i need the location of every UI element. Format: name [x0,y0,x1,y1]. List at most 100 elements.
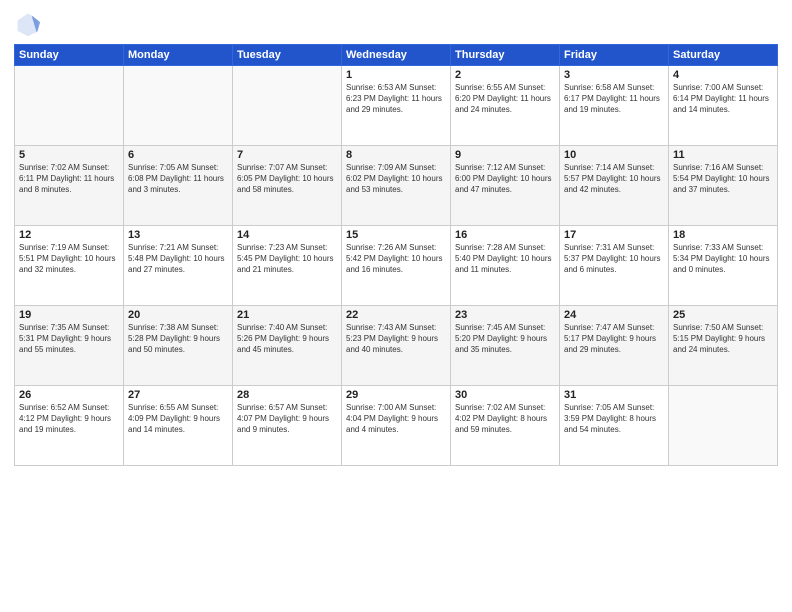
day-info: Sunrise: 7:26 AM Sunset: 5:42 PM Dayligh… [346,243,446,275]
calendar-cell: 18 Sunrise: 7:33 AM Sunset: 5:34 PM Dayli… [669,226,778,306]
day-info: Sunrise: 7:50 AM Sunset: 5:15 PM Dayligh… [673,323,773,355]
day-number: 29 [346,389,446,401]
week-row-0: 1 Sunrise: 6:53 AM Sunset: 6:23 PM Daylig… [15,66,778,146]
day-info: Sunrise: 7:16 AM Sunset: 5:54 PM Dayligh… [673,163,773,195]
day-header-monday: Monday [124,45,233,66]
calendar-cell: 3Sunrise: 6:58 AM Sunset: 6:17 PM Daylig… [560,66,669,146]
day-number: 19 [19,309,119,321]
calendar-cell: 12 Sunrise: 7:19 AM Sunset: 5:51 PM Dayli… [15,226,124,306]
calendar-cell: 19Sunrise: 7:35 AM Sunset: 5:31 PM Dayli… [15,306,124,386]
calendar-cell: 21 Sunrise: 7:40 AM Sunset: 5:26 PM Dayli… [233,306,342,386]
day-info: Sunrise: 6:57 AM Sunset: 4:07 PM Dayligh… [237,403,337,435]
logo [14,10,46,38]
calendar-cell: 20 Sunrise: 7:38 AM Sunset: 5:28 PM Dayli… [124,306,233,386]
header [14,10,778,38]
day-info: Sunrise: 7:09 AM Sunset: 6:02 PM Dayligh… [346,163,446,195]
day-number: 12 [19,229,119,241]
day-info: Sunrise: 6:55 AM Sunset: 4:09 PM Dayligh… [128,403,228,435]
calendar-cell: 2 Sunrise: 6:55 AM Sunset: 6:20 PM Daylig… [451,66,560,146]
day-number: 10 [564,149,664,161]
calendar-cell: 7Sunrise: 7:07 AM Sunset: 6:05 PM Daylig… [233,146,342,226]
day-number: 8 [346,149,446,161]
day-info: Sunrise: 7:02 AM Sunset: 4:02 PM Dayligh… [455,403,555,435]
day-number: 14 [237,229,337,241]
calendar-cell: 9 Sunrise: 7:12 AM Sunset: 6:00 PM Daylig… [451,146,560,226]
day-info: Sunrise: 7:43 AM Sunset: 5:23 PM Dayligh… [346,323,446,355]
day-number: 18 [673,229,773,241]
calendar-cell: 28 Sunrise: 6:57 AM Sunset: 4:07 PM Dayli… [233,386,342,466]
day-info: Sunrise: 7:28 AM Sunset: 5:40 PM Dayligh… [455,243,555,275]
calendar-cell [15,66,124,146]
days-header-row: SundayMondayTuesdayWednesdayThursdayFrid… [15,45,778,66]
calendar-cell: 23 Sunrise: 7:45 AM Sunset: 5:20 PM Dayli… [451,306,560,386]
day-info: Sunrise: 7:33 AM Sunset: 5:34 PM Dayligh… [673,243,773,275]
day-number: 26 [19,389,119,401]
day-number: 21 [237,309,337,321]
day-number: 9 [455,149,555,161]
day-info: Sunrise: 6:53 AM Sunset: 6:23 PM Dayligh… [346,83,446,115]
day-number: 2 [455,69,555,81]
day-number: 20 [128,309,228,321]
calendar-cell: 17 Sunrise: 7:31 AM Sunset: 5:37 PM Dayli… [560,226,669,306]
day-header-sunday: Sunday [15,45,124,66]
calendar-cell: 5 Sunrise: 7:02 AM Sunset: 6:11 PM Daylig… [15,146,124,226]
day-number: 15 [346,229,446,241]
day-number: 30 [455,389,555,401]
day-header-thursday: Thursday [451,45,560,66]
day-info: Sunrise: 6:58 AM Sunset: 6:17 PM Dayligh… [564,83,664,115]
day-number: 5 [19,149,119,161]
calendar-cell: 22 Sunrise: 7:43 AM Sunset: 5:23 PM Dayli… [342,306,451,386]
calendar-cell: 15 Sunrise: 7:26 AM Sunset: 5:42 PM Dayli… [342,226,451,306]
day-info: Sunrise: 7:19 AM Sunset: 5:51 PM Dayligh… [19,243,119,275]
calendar-cell: 25Sunrise: 7:50 AM Sunset: 5:15 PM Dayli… [669,306,778,386]
week-row-3: 19Sunrise: 7:35 AM Sunset: 5:31 PM Dayli… [15,306,778,386]
calendar-cell [233,66,342,146]
calendar-cell: 27 Sunrise: 6:55 AM Sunset: 4:09 PM Dayli… [124,386,233,466]
day-info: Sunrise: 7:00 AM Sunset: 4:04 PM Dayligh… [346,403,446,435]
calendar-cell: 4 Sunrise: 7:00 AM Sunset: 6:14 PM Daylig… [669,66,778,146]
calendar-cell: 26Sunrise: 6:52 AM Sunset: 4:12 PM Dayli… [15,386,124,466]
day-header-tuesday: Tuesday [233,45,342,66]
day-info: Sunrise: 7:31 AM Sunset: 5:37 PM Dayligh… [564,243,664,275]
day-number: 13 [128,229,228,241]
calendar-table: SundayMondayTuesdayWednesdayThursdayFrid… [14,44,778,466]
day-info: Sunrise: 7:45 AM Sunset: 5:20 PM Dayligh… [455,323,555,355]
day-info: Sunrise: 7:38 AM Sunset: 5:28 PM Dayligh… [128,323,228,355]
day-info: Sunrise: 7:00 AM Sunset: 6:14 PM Dayligh… [673,83,773,115]
calendar-cell: 14Sunrise: 7:23 AM Sunset: 5:45 PM Dayli… [233,226,342,306]
week-row-1: 5 Sunrise: 7:02 AM Sunset: 6:11 PM Daylig… [15,146,778,226]
day-info: Sunrise: 7:47 AM Sunset: 5:17 PM Dayligh… [564,323,664,355]
day-number: 11 [673,149,773,161]
calendar-cell: 1 Sunrise: 6:53 AM Sunset: 6:23 PM Daylig… [342,66,451,146]
day-number: 4 [673,69,773,81]
calendar-cell [124,66,233,146]
day-header-wednesday: Wednesday [342,45,451,66]
day-number: 31 [564,389,664,401]
calendar-cell: 6Sunrise: 7:05 AM Sunset: 6:08 PM Daylig… [124,146,233,226]
day-number: 27 [128,389,228,401]
calendar-cell: 8 Sunrise: 7:09 AM Sunset: 6:02 PM Daylig… [342,146,451,226]
week-row-2: 12 Sunrise: 7:19 AM Sunset: 5:51 PM Dayli… [15,226,778,306]
day-info: Sunrise: 7:05 AM Sunset: 3:59 PM Dayligh… [564,403,664,435]
day-number: 1 [346,69,446,81]
day-number: 22 [346,309,446,321]
day-info: Sunrise: 7:02 AM Sunset: 6:11 PM Dayligh… [19,163,119,195]
calendar-cell: 16Sunrise: 7:28 AM Sunset: 5:40 PM Dayli… [451,226,560,306]
calendar-cell: 29 Sunrise: 7:00 AM Sunset: 4:04 PM Dayli… [342,386,451,466]
calendar-page: SundayMondayTuesdayWednesdayThursdayFrid… [0,0,792,612]
day-number: 17 [564,229,664,241]
day-info: Sunrise: 6:55 AM Sunset: 6:20 PM Dayligh… [455,83,555,115]
day-info: Sunrise: 7:40 AM Sunset: 5:26 PM Dayligh… [237,323,337,355]
calendar-cell: 11 Sunrise: 7:16 AM Sunset: 5:54 PM Dayli… [669,146,778,226]
day-number: 24 [564,309,664,321]
day-number: 28 [237,389,337,401]
day-info: Sunrise: 7:12 AM Sunset: 6:00 PM Dayligh… [455,163,555,195]
day-header-saturday: Saturday [669,45,778,66]
day-number: 6 [128,149,228,161]
day-number: 23 [455,309,555,321]
day-number: 7 [237,149,337,161]
calendar-cell: 30 Sunrise: 7:02 AM Sunset: 4:02 PM Dayli… [451,386,560,466]
day-info: Sunrise: 7:21 AM Sunset: 5:48 PM Dayligh… [128,243,228,275]
day-info: Sunrise: 7:14 AM Sunset: 5:57 PM Dayligh… [564,163,664,195]
logo-icon [14,10,42,38]
